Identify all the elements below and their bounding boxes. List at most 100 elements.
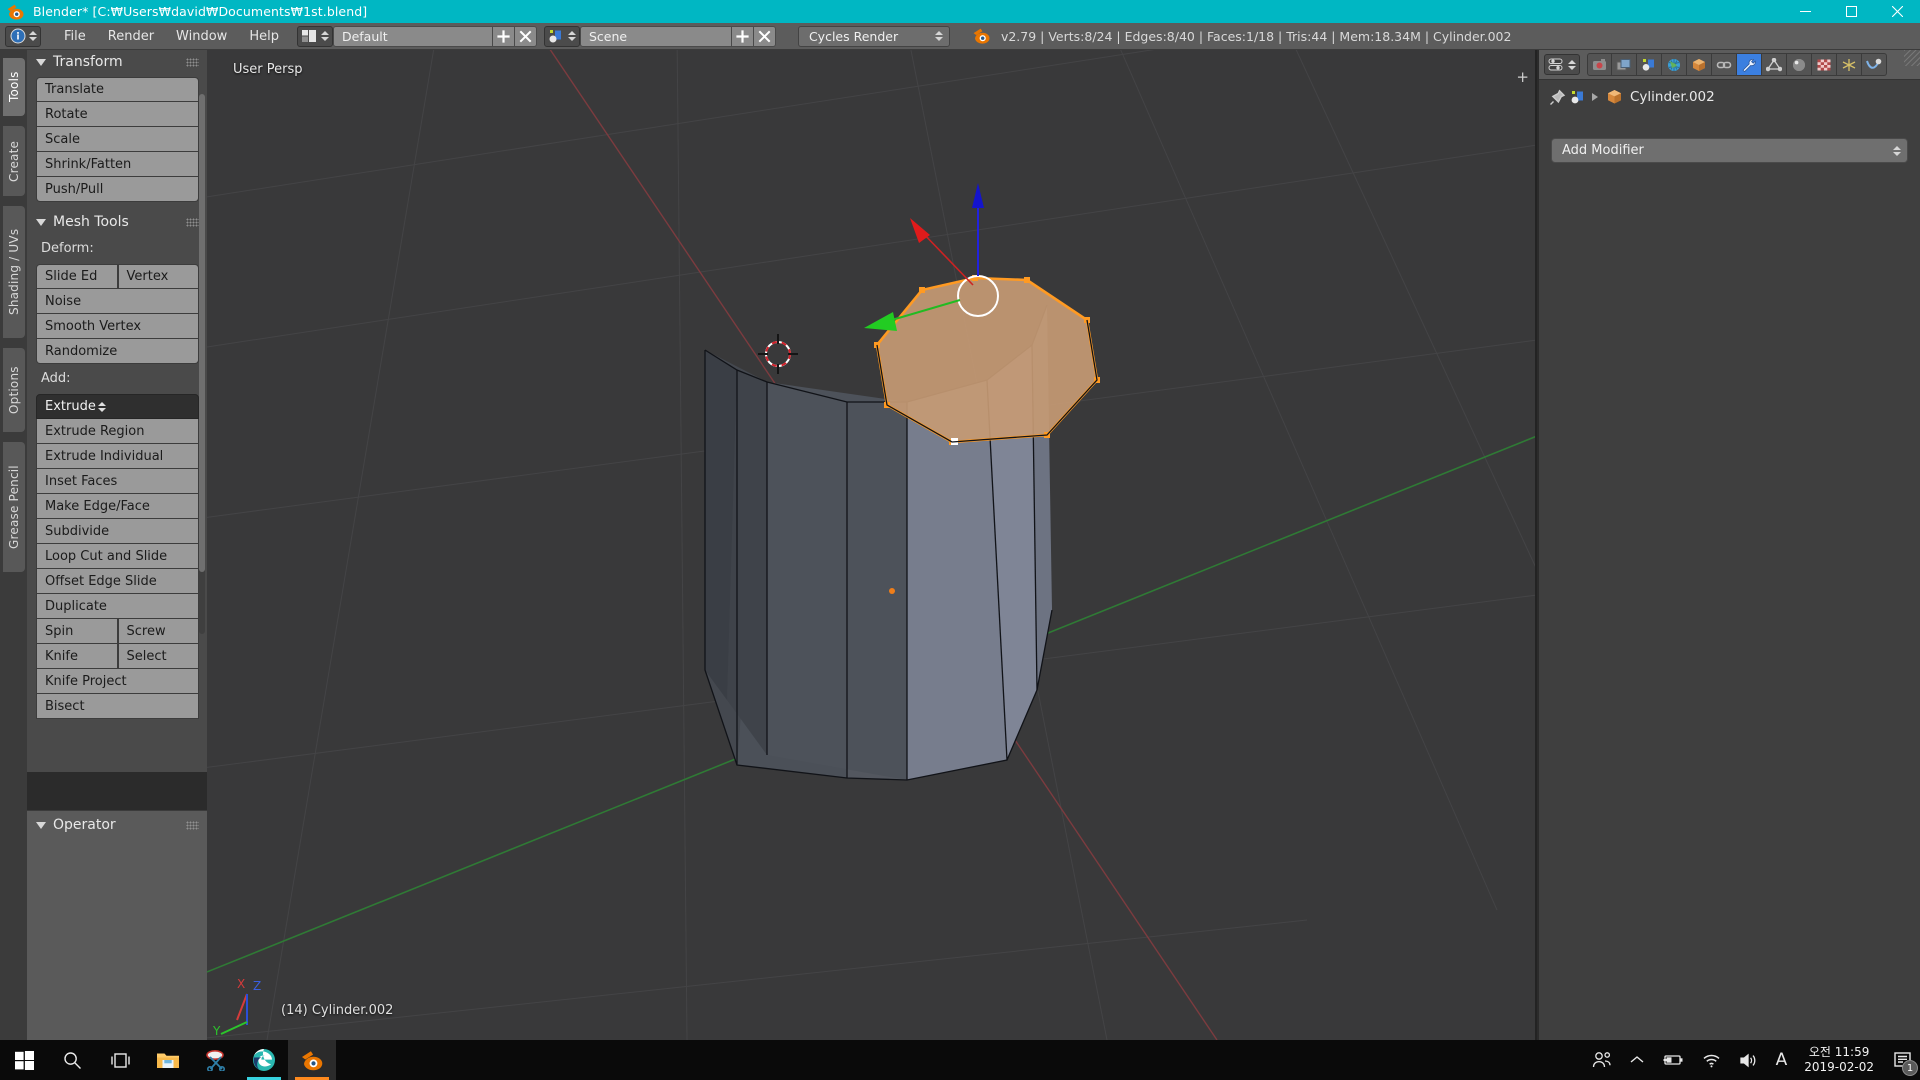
edge-browser-button[interactable] bbox=[240, 1040, 288, 1080]
extrude-enum-selector[interactable]: Extrude bbox=[36, 394, 199, 419]
subdivide-button[interactable]: Subdivide bbox=[36, 519, 199, 544]
volume-icon[interactable] bbox=[1730, 1040, 1767, 1080]
bisect-button[interactable]: Bisect bbox=[36, 694, 199, 719]
minimize-button[interactable] bbox=[1782, 0, 1828, 23]
start-button[interactable] bbox=[0, 1040, 48, 1080]
knife-project-button[interactable]: Knife Project bbox=[36, 669, 199, 694]
scene-statistics: v2.79 | Verts:8/24 | Edges:8/40 | Faces:… bbox=[972, 26, 1511, 46]
transform-panel-header[interactable]: Transform bbox=[27, 50, 207, 74]
toolshelf-scrollbar-thumb[interactable] bbox=[199, 94, 205, 572]
notifications-button[interactable]: 1 bbox=[1886, 1040, 1920, 1080]
add-scene-button[interactable] bbox=[731, 25, 754, 47]
scale-button[interactable]: Scale bbox=[36, 127, 199, 152]
properties-editor-type-selector[interactable] bbox=[1544, 54, 1580, 75]
viewport-toolbar-expand-icon[interactable]: + bbox=[1516, 70, 1529, 85]
extrude-individual-button[interactable]: Extrude Individual bbox=[36, 444, 199, 469]
delete-screen-layout-button[interactable] bbox=[514, 25, 537, 47]
select-button[interactable]: Select bbox=[117, 644, 199, 669]
toolshelf-scrollbar[interactable] bbox=[199, 94, 205, 634]
chain-icon bbox=[1716, 61, 1732, 68]
world-tab[interactable] bbox=[1662, 53, 1687, 76]
screen-layout-name-field[interactable]: Default bbox=[332, 25, 493, 47]
render-tab[interactable] bbox=[1587, 53, 1612, 76]
loop-cut-and-slide-button[interactable]: Loop Cut and Slide bbox=[36, 544, 199, 569]
maximize-button[interactable] bbox=[1828, 0, 1874, 23]
material-tab[interactable] bbox=[1787, 53, 1812, 76]
operator-panel-header[interactable]: Operator bbox=[27, 811, 207, 835]
menu-window[interactable]: Window bbox=[165, 26, 238, 47]
menu-file[interactable]: File bbox=[53, 26, 97, 47]
add-screen-layout-button[interactable] bbox=[492, 25, 515, 47]
viewport-canvas[interactable]: X Z Y bbox=[207, 50, 1537, 1040]
render-layers-tab[interactable] bbox=[1612, 53, 1637, 76]
blender-taskbar-button[interactable] bbox=[288, 1040, 336, 1080]
rotate-button[interactable]: Rotate bbox=[36, 102, 199, 127]
add-button-group: Extrude Extrude Region Extrude Individua… bbox=[27, 391, 207, 719]
physics-tab[interactable] bbox=[1862, 53, 1887, 76]
scene-name-field[interactable]: Scene bbox=[579, 25, 732, 47]
mesh-tools-panel-header[interactable]: Mesh Tools bbox=[27, 210, 207, 234]
ime-indicator[interactable]: A bbox=[1767, 1040, 1797, 1080]
task-view-button[interactable] bbox=[96, 1040, 144, 1080]
editor-corner-grip-icon[interactable] bbox=[1904, 50, 1920, 66]
wifi-icon[interactable] bbox=[1693, 1040, 1730, 1080]
sidebar-item-options[interactable]: Options bbox=[3, 348, 25, 432]
randomize-button[interactable]: Randomize bbox=[36, 339, 199, 364]
make-edge-face-button[interactable]: Make Edge/Face bbox=[36, 494, 199, 519]
push-pull-button[interactable]: Push/Pull bbox=[36, 177, 199, 202]
menu-render[interactable]: Render bbox=[97, 26, 165, 47]
sidebar-item-grease-pencil[interactable]: Grease Pencil bbox=[3, 442, 25, 572]
duplicate-button[interactable]: Duplicate bbox=[36, 594, 199, 619]
search-button[interactable] bbox=[48, 1040, 96, 1080]
shrink-fatten-button[interactable]: Shrink/Fatten bbox=[36, 152, 199, 177]
viewport-view-label: User Persp bbox=[233, 62, 303, 77]
battery-icon[interactable] bbox=[1653, 1040, 1693, 1080]
delete-scene-button[interactable] bbox=[753, 25, 776, 47]
inset-faces-button[interactable]: Inset Faces bbox=[36, 469, 199, 494]
snipping-tool-button[interactable] bbox=[192, 1040, 240, 1080]
smooth-vertex-button[interactable]: Smooth Vertex bbox=[36, 314, 199, 339]
object-tab[interactable] bbox=[1687, 53, 1712, 76]
scene-browse-button[interactable] bbox=[543, 25, 580, 47]
scene-tab[interactable] bbox=[1637, 53, 1662, 76]
data-tab[interactable] bbox=[1762, 53, 1787, 76]
screen-layout-browse-button[interactable] bbox=[296, 25, 333, 47]
translate-button[interactable]: Translate bbox=[36, 77, 199, 102]
sidebar-item-tools[interactable]: Tools bbox=[3, 58, 25, 116]
constraints-tab[interactable] bbox=[1712, 53, 1737, 76]
noise-button[interactable]: Noise bbox=[36, 289, 199, 314]
texture-tab[interactable] bbox=[1812, 53, 1837, 76]
clock-time: 오전 11:59 bbox=[1808, 1045, 1870, 1059]
blender-logo-icon bbox=[301, 1050, 322, 1070]
spin-button[interactable]: Spin bbox=[36, 619, 118, 644]
menu-help[interactable]: Help bbox=[238, 26, 290, 47]
close-button[interactable] bbox=[1874, 0, 1920, 23]
sidebar-item-shading-uvs[interactable]: Shading / UVs bbox=[3, 206, 25, 338]
knife-button[interactable]: Knife bbox=[36, 644, 118, 669]
modifiers-tab[interactable] bbox=[1737, 53, 1762, 76]
editor-type-spinner-icon bbox=[28, 31, 38, 41]
file-explorer-button[interactable] bbox=[144, 1040, 192, 1080]
blender-version-logo-icon bbox=[972, 26, 992, 46]
offset-edge-slide-button[interactable]: Offset Edge Slide bbox=[36, 569, 199, 594]
render-engine-selector[interactable]: Cycles Render bbox=[797, 25, 950, 47]
clock[interactable]: 오전 11:59 2019-02-02 bbox=[1796, 1045, 1886, 1075]
windows-logo-icon bbox=[14, 1050, 34, 1070]
properties-editor: Cylinder.002 Add Modifier bbox=[1539, 50, 1920, 1040]
scene-icon[interactable] bbox=[1570, 90, 1586, 105]
add-modifier-button[interactable]: Add Modifier bbox=[1551, 138, 1908, 163]
pin-icon[interactable] bbox=[1549, 89, 1566, 106]
notifications-badge: 1 bbox=[1902, 1060, 1918, 1076]
screw-button[interactable]: Screw bbox=[117, 619, 199, 644]
sidebar-item-create[interactable]: Create bbox=[3, 126, 25, 196]
show-hidden-icons-icon[interactable] bbox=[1621, 1040, 1653, 1080]
extrude-region-button[interactable]: Extrude Region bbox=[36, 419, 199, 444]
editor-type-selector[interactable] bbox=[5, 25, 41, 47]
people-icon[interactable] bbox=[1583, 1040, 1621, 1080]
3d-viewport[interactable]: X Z Y User Persp (14) Cylinder.002 + bbox=[207, 50, 1537, 1040]
svg-text:Z: Z bbox=[253, 979, 261, 993]
vertex-slide-button[interactable]: Vertex bbox=[117, 264, 199, 289]
particles-tab[interactable] bbox=[1837, 53, 1862, 76]
window-title-text: Blender* [C:₩Users₩david₩Documents₩1st.b… bbox=[33, 4, 368, 19]
slide-edge-button[interactable]: Slide Ed bbox=[36, 264, 118, 289]
